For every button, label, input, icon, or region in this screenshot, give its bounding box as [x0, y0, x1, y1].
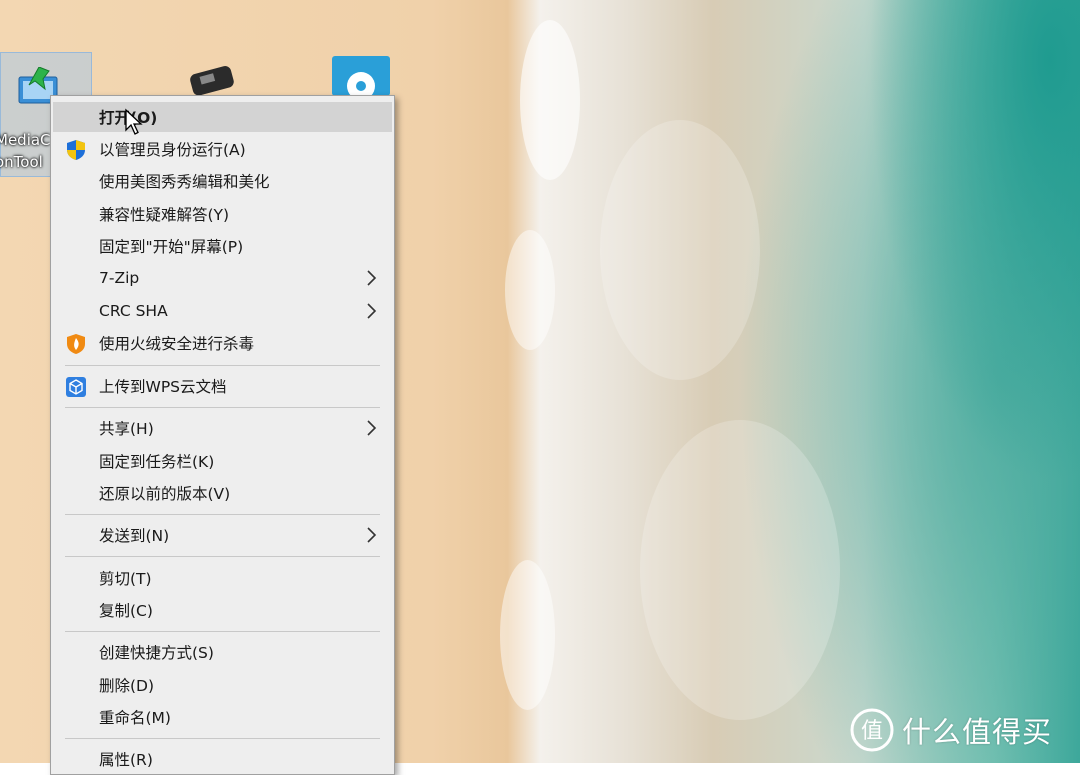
menu-separator [65, 514, 380, 515]
wps-cloud-icon [66, 377, 86, 397]
menu-item-label: 固定到任务栏(K) [99, 453, 215, 471]
watermark-text: 什么值得买 [902, 715, 1053, 749]
menu-item-upload-wps[interactable]: 上传到WPS云文档 [53, 371, 392, 401]
menu-item-copy[interactable]: 复制(C) [53, 595, 392, 625]
menu-item-label: CRC SHA [99, 302, 168, 320]
menu-separator [65, 556, 380, 557]
chevron-right-icon [367, 303, 377, 319]
usb-drive-icon[interactable] [185, 64, 237, 98]
menu-item-label: 7-Zip [99, 269, 140, 287]
huorong-shield-icon [67, 334, 85, 354]
context-menu: 打开(O) 以管理员身份运行(A) 使用美图秀秀编辑和美化 兼容性疑难解答(Y)… [50, 95, 395, 775]
menu-item-label: 删除(D) [99, 677, 155, 695]
menu-item-meitu-edit[interactable]: 使用美图秀秀编辑和美化 [53, 166, 392, 196]
menu-item-label: 重命名(M) [99, 709, 171, 727]
menu-item-rename[interactable]: 重命名(M) [53, 702, 392, 732]
menu-item-label: 固定到"开始"屏幕(P) [99, 238, 244, 256]
menu-item-send-to[interactable]: 发送到(N) [53, 520, 392, 550]
menu-separator [65, 738, 380, 739]
menu-separator [65, 407, 380, 408]
chevron-right-icon [367, 420, 377, 436]
menu-separator [65, 631, 380, 632]
uac-shield-icon [67, 140, 85, 160]
watermark: 值 什么值得买 [850, 708, 1052, 752]
menu-item-run-as-admin[interactable]: 以管理员身份运行(A) [53, 134, 392, 164]
menu-item-properties[interactable]: 属性(R) [53, 744, 392, 774]
menu-item-label: 使用火绒安全进行杀毒 [99, 335, 255, 353]
wave-foam [640, 420, 840, 720]
svg-text:值: 值 [861, 719, 883, 744]
menu-item-delete[interactable]: 删除(D) [53, 670, 392, 700]
wave-foam [600, 120, 760, 380]
menu-item-label: 复制(C) [99, 602, 153, 620]
wave-foam [505, 230, 555, 350]
menu-item-7zip[interactable]: 7-Zip [53, 263, 392, 293]
menu-item-share[interactable]: 共享(H) [53, 413, 392, 443]
menu-item-label: 共享(H) [99, 420, 154, 438]
smzdm-logo-icon: 值 [850, 708, 894, 752]
menu-item-pin-to-start[interactable]: 固定到"开始"屏幕(P) [53, 231, 392, 261]
chevron-right-icon [367, 270, 377, 286]
menu-item-pin-to-taskbar[interactable]: 固定到任务栏(K) [53, 446, 392, 476]
menu-item-label: 属性(R) [99, 751, 153, 769]
chevron-right-icon [367, 527, 377, 543]
menu-separator [65, 365, 380, 366]
menu-item-label: 创建快捷方式(S) [99, 644, 214, 662]
menu-item-label: 上传到WPS云文档 [99, 378, 227, 396]
menu-item-label: 使用美图秀秀编辑和美化 [99, 173, 270, 191]
menu-item-label: 以管理员身份运行(A) [99, 141, 246, 159]
disk-app-icon[interactable] [332, 56, 390, 96]
menu-item-open[interactable]: 打开(O) [53, 102, 392, 132]
menu-item-label: 剪切(T) [99, 570, 152, 588]
menu-item-cut[interactable]: 剪切(T) [53, 563, 392, 593]
menu-item-huorong-scan[interactable]: 使用火绒安全进行杀毒 [53, 328, 392, 358]
wave-foam [520, 20, 580, 180]
menu-item-label: 发送到(N) [99, 527, 170, 545]
menu-item-label: 兼容性疑难解答(Y) [99, 206, 230, 224]
menu-item-restore-previous[interactable]: 还原以前的版本(V) [53, 478, 392, 508]
mouse-pointer-icon [125, 108, 143, 135]
menu-item-label: 还原以前的版本(V) [99, 485, 231, 503]
wave-foam [500, 560, 555, 710]
menu-item-compat-troubleshoot[interactable]: 兼容性疑难解答(Y) [53, 199, 392, 229]
menu-item-crc-sha[interactable]: CRC SHA [53, 296, 392, 326]
menu-item-create-shortcut[interactable]: 创建快捷方式(S) [53, 637, 392, 667]
